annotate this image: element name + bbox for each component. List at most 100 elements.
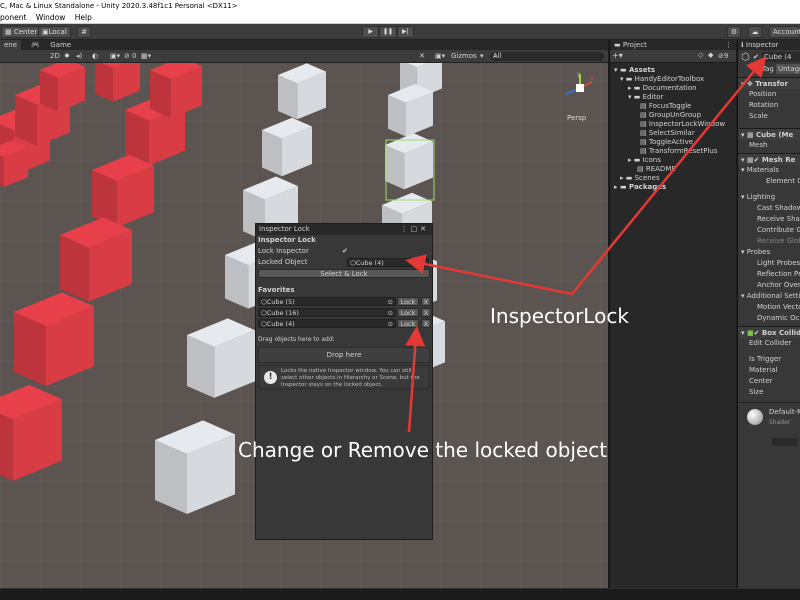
pivot-local-button[interactable]: ▣Local: [38, 26, 71, 38]
red-cube[interactable]: [0, 384, 63, 481]
tree-item[interactable]: ▸ ▬ Documentation: [610, 84, 736, 93]
object-picker-icon[interactable]: ⊙: [388, 309, 393, 317]
scene-search-input[interactable]: ⌕ All: [490, 52, 604, 61]
tree-item[interactable]: ▤ SelectSimilar: [610, 129, 736, 138]
inspector-lock-titlebar[interactable]: Inspector Lock ⋮□✕: [256, 224, 432, 235]
white-cube[interactable]: [278, 63, 326, 120]
tree-item[interactable]: ▾ ▬ HandyEditorToolbox: [610, 75, 736, 84]
menu-component[interactable]: ponent: [0, 13, 26, 22]
tree-item[interactable]: ▤ ToggleActive: [610, 138, 736, 147]
collab-button[interactable]: ⚙: [727, 26, 741, 38]
favorite-object-field[interactable]: ⬡Cube (4) ⊙: [258, 319, 396, 328]
tree-item[interactable]: ▤ TransformResetPlus: [610, 147, 736, 156]
close-icon[interactable]: ✕: [420, 225, 429, 233]
perspective-label[interactable]: Persp: [567, 114, 586, 122]
tree-item[interactable]: ▤ GroupUnGroup: [610, 111, 736, 120]
folder-icon: ▬: [625, 75, 633, 83]
favorite-lock-button[interactable]: Lock: [397, 319, 419, 328]
pause-button[interactable]: ❚❚: [379, 26, 397, 38]
red-cube[interactable]: [150, 63, 202, 119]
project-tab[interactable]: ▬ Project ⋮: [610, 40, 736, 50]
filter-icon[interactable]: ◇: [698, 51, 703, 59]
favorite-object-field[interactable]: ⬡Cube (16) ⊙: [258, 308, 396, 317]
favorite-object-field[interactable]: ⬡Cube (5) ⊙: [258, 297, 396, 306]
tree-item[interactable]: ▤ FocusToggle: [610, 102, 736, 111]
edit-collider-label[interactable]: Edit Collider: [738, 338, 800, 349]
create-button[interactable]: +▾: [612, 51, 623, 60]
white-cube[interactable]: [388, 83, 433, 137]
view-gizmo[interactable]: y x Persp: [560, 70, 600, 122]
play-button[interactable]: ▶: [362, 26, 380, 38]
inspector-tab[interactable]: ℹ Inspector: [738, 40, 800, 50]
label-icon[interactable]: ◆: [708, 51, 713, 59]
additional-settings-foldout[interactable]: ▾ Additional Setti: [738, 291, 800, 302]
audio-icon[interactable]: ◂): [76, 50, 82, 63]
add-component-button[interactable]: [772, 438, 798, 446]
lighting-foldout[interactable]: ▾ Lighting: [738, 192, 800, 203]
probes-foldout[interactable]: ▾ Probes: [738, 247, 800, 258]
object-picker-icon[interactable]: ⊙: [421, 259, 426, 267]
white-cube[interactable]: [262, 117, 312, 177]
account-button[interactable]: Account: [769, 26, 800, 38]
favorite-lock-button[interactable]: Lock: [397, 297, 419, 306]
grid-toggle-icon[interactable]: ▦▾: [141, 50, 151, 63]
step-button[interactable]: ▶|: [396, 26, 414, 38]
object-picker-icon[interactable]: ⊙: [388, 320, 393, 328]
pivot-center-button[interactable]: ▦ Center: [1, 26, 42, 38]
panel-menu-icon[interactable]: ⋮: [725, 40, 736, 50]
white-cube[interactable]: [385, 133, 433, 190]
layers-icon[interactable]: ▣▾: [435, 50, 445, 63]
red-cube[interactable]: [92, 154, 154, 228]
materials-foldout[interactable]: ▾ Materials: [738, 165, 800, 176]
object-picker-icon[interactable]: ⊙: [388, 298, 393, 306]
drop-zone[interactable]: Drop here: [258, 347, 430, 363]
red-cube[interactable]: [95, 63, 140, 102]
favorite-remove-button[interactable]: X: [421, 308, 431, 317]
favorite-lock-button[interactable]: Lock: [397, 308, 419, 317]
menu-help[interactable]: Help: [75, 13, 92, 22]
mesh-filter-header[interactable]: ▾ ▦ Cube (Me: [738, 128, 800, 140]
select-lock-button[interactable]: Select & Lock: [258, 269, 430, 278]
red-cube[interactable]: [14, 292, 94, 386]
tree-item[interactable]: ▤ README: [610, 165, 736, 174]
lock-inspector-checkbox[interactable]: ✔: [342, 246, 348, 257]
camera-icon[interactable]: ▣▾: [110, 50, 120, 63]
tree-item[interactable]: ▸ ▬ Packages: [610, 183, 736, 192]
menu-icon[interactable]: ⋮: [401, 225, 411, 233]
tree-item[interactable]: ▾ ▬ Editor: [610, 93, 736, 102]
tools-icon[interactable]: ✕: [419, 50, 425, 63]
effects-icon[interactable]: ◐: [92, 50, 98, 63]
tag-dropdown[interactable]: Untagg: [776, 64, 800, 74]
grid-snap-button[interactable]: #: [77, 26, 91, 38]
transform-header[interactable]: ▾ ✥ Transfor: [738, 77, 800, 89]
maximize-icon[interactable]: □: [411, 225, 421, 233]
active-checkbox[interactable]: ✔: [753, 53, 759, 61]
tree-item[interactable]: ▸ ▬ Scenes: [610, 174, 736, 183]
tab-game[interactable]: 🎮 Game: [23, 40, 79, 50]
hidden-count[interactable]: ⊘9: [718, 52, 728, 60]
gizmos-button[interactable]: Gizmos: [451, 50, 477, 63]
visibility-count: 0: [132, 52, 137, 60]
favorite-remove-button[interactable]: X: [421, 319, 431, 328]
lighting-icon[interactable]: ✹: [64, 50, 70, 63]
tree-item[interactable]: ▤ InspectorLockWindow: [610, 120, 736, 129]
red-cube[interactable]: [60, 217, 132, 302]
visibility-icon[interactable]: ⊘: [124, 50, 130, 63]
red-cube[interactable]: [0, 140, 28, 187]
cloud-button[interactable]: ☁: [748, 26, 762, 38]
gizmos-dropdown-icon[interactable]: ▾: [480, 50, 484, 63]
menu-window[interactable]: Window: [36, 13, 66, 22]
white-cube[interactable]: [187, 318, 255, 398]
red-cube[interactable]: [40, 63, 85, 112]
tab-scene[interactable]: ene: [0, 40, 22, 50]
favorite-remove-button[interactable]: X: [421, 297, 431, 306]
rotation-label: Rotation: [749, 101, 779, 109]
tree-item[interactable]: ▾ ▬ Assets: [610, 66, 736, 75]
white-cube[interactable]: [155, 420, 235, 514]
object-name-field[interactable]: Cube (4: [762, 52, 800, 62]
box-collider-header[interactable]: ▾ ■✔ Box Collid: [738, 326, 800, 338]
locked-object-field[interactable]: ⬡Cube (4) ⊙: [347, 258, 429, 267]
scene-2d-toggle[interactable]: 2D: [50, 50, 60, 63]
tree-item[interactable]: ▸ ▬ Icons: [610, 156, 736, 165]
mesh-renderer-header[interactable]: ▾ ▦✔ Mesh Re: [738, 153, 800, 165]
